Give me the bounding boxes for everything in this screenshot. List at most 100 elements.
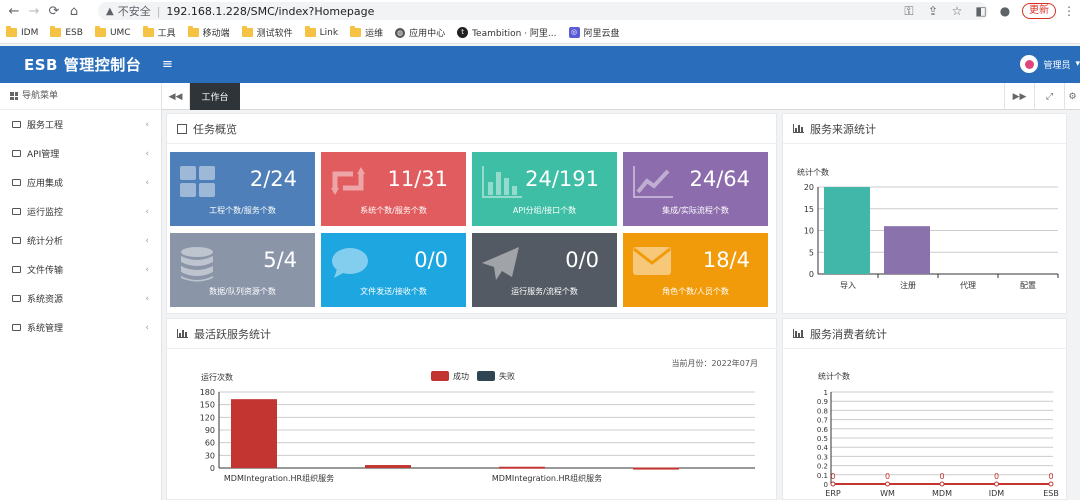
stat-value: 18/4	[702, 248, 750, 272]
sidebar-item[interactable]: 统计分析 ‹	[0, 226, 161, 255]
bookmark-item[interactable]: Link	[304, 26, 338, 38]
chevron-left-icon: ‹	[145, 235, 149, 246]
stat-value: 0/0	[414, 248, 448, 272]
folder-icon	[12, 121, 21, 128]
stat-label: 集成/实际流程个数	[662, 206, 729, 215]
sidebar-item-label: 应用集成	[27, 179, 64, 189]
menu-dots-icon[interactable]: ⋮	[1058, 2, 1080, 20]
folder-icon	[6, 26, 17, 37]
sidebar-item[interactable]: 系统管理 ‹	[0, 313, 161, 342]
forward-icon[interactable]: →	[24, 1, 44, 21]
stat-tile[interactable]: 0/0 文件发送/接收个数	[321, 233, 466, 307]
settings-icon[interactable]: ⚙	[1064, 83, 1080, 110]
bookmark-item[interactable]: 工具	[142, 26, 176, 39]
profile-icon[interactable]: ●	[994, 2, 1016, 20]
stat-label: 系统个数/服务个数	[360, 206, 427, 215]
stat-tile[interactable]: 5/4 数据/队列资源个数	[170, 233, 315, 307]
active-services-title: 最活跃服务统计	[194, 327, 271, 341]
data-label: 0	[994, 472, 999, 481]
reload-icon[interactable]: ⟳	[44, 1, 64, 21]
sidebar: 导航菜单 服务工程 ‹ API管理 ‹ 应用集成 ‹ 运行监控 ‹ 统计分析 ‹ 文件传输 ‹ 系统资源…	[0, 83, 162, 500]
sidebar-item[interactable]: 服务工程 ‹	[0, 110, 161, 139]
sidebar-item[interactable]: 应用集成 ‹	[0, 168, 161, 197]
bookmark-item[interactable]: 测试软件	[241, 26, 293, 39]
bookmark-item[interactable]: ESB	[50, 26, 83, 38]
back-icon[interactable]: ←	[4, 1, 24, 21]
legend-label: 失败	[499, 371, 515, 381]
fullscreen-icon[interactable]: ⤢	[1034, 83, 1064, 110]
stat-tile[interactable]: 24/64 集成/实际流程个数	[623, 152, 768, 226]
toolbar-actions: ⚿ ⇪ ☆ ◧ ● 更新 ⋮	[898, 2, 1080, 20]
menu-toggle-icon[interactable]: ≡	[162, 57, 188, 72]
tab-workbench[interactable]: 工作台	[190, 83, 240, 110]
folder-icon	[142, 26, 154, 37]
consumer-stats-chart: 统计个数10.90.80.70.60.50.40.30.20.100ERP0WM…	[817, 371, 1059, 498]
source-stats-title: 服务来源统计	[810, 122, 876, 136]
tick-label: 0.7	[817, 417, 828, 425]
folder-icon	[12, 237, 21, 244]
sidebar-item[interactable]: API管理 ‹	[0, 139, 161, 168]
bookmark-label: IDM	[21, 27, 39, 38]
stat-label: 角色个数/人员个数	[662, 287, 729, 296]
data-label: 0	[885, 472, 890, 481]
tab-scroll-left-icon[interactable]: ◀◀	[162, 83, 190, 110]
tick-label: 0.2	[817, 463, 828, 471]
globe-icon: ◍	[395, 27, 406, 38]
tick-label: 180	[200, 388, 215, 397]
folder-icon	[50, 26, 62, 37]
tick-label: 60	[205, 439, 215, 448]
tick-label: 0.3	[817, 453, 828, 461]
stat-value: 0/0	[565, 248, 599, 272]
sidebar-item[interactable]: 文件传输 ‹	[0, 255, 161, 284]
stat-tile[interactable]: 18/4 角色个数/人员个数	[623, 233, 768, 307]
data-label: 0	[1048, 472, 1053, 481]
sidebar-item-label: 统计分析	[27, 237, 64, 247]
user-name: 管理员	[1043, 60, 1071, 71]
address-bar[interactable]: ▲ 不安全 | 192.168.1.228/SMC/index?Homepage	[98, 2, 988, 20]
sidepanel-icon[interactable]: ◧	[970, 2, 992, 20]
source-stats-panel: 服务来源统计 统计个数 20 15 10 5 0 导入 注册 代理 配置	[782, 113, 1067, 314]
overview-panel: 任务概览 2/24 工程个数/服务个数 11/31 系统个数/服务个数 24/191 AP…	[166, 113, 777, 314]
bookmark-item[interactable]: UMC	[94, 26, 131, 38]
tab-scroll-right-icon[interactable]: ▶▶	[1004, 83, 1034, 110]
tick-label: 0.9	[817, 398, 828, 406]
bookmark-item[interactable]: ◍ 应用中心	[395, 26, 445, 39]
home-icon[interactable]: ⌂	[64, 1, 84, 21]
bookmarks-bar: IDM ESB UMC 工具 移动端 测试软件 Link 运维 ◍ 应用中心 t Teambition…	[0, 22, 1080, 44]
plane-icon	[482, 247, 520, 281]
database-icon	[180, 247, 214, 283]
folder-icon	[12, 208, 21, 215]
folder-icon	[187, 26, 199, 37]
stat-tile[interactable]: 24/191 API分组/接口个数	[472, 152, 617, 226]
key-icon[interactable]: ⚿	[898, 2, 920, 20]
folder-icon	[12, 295, 21, 302]
legend-label: 成功	[453, 371, 469, 381]
bookmark-item[interactable]: 移动端	[187, 26, 230, 39]
sidebar-menu: 服务工程 ‹ API管理 ‹ 应用集成 ‹ 运行监控 ‹ 统计分析 ‹ 文件传输 ‹ 系统资源 ‹ 系统管理…	[0, 110, 161, 342]
sidebar-item[interactable]: 系统资源 ‹	[0, 284, 161, 313]
x-tick-label: MDMIntegration.HR组织服务	[224, 473, 334, 483]
bookmark-item[interactable]: t Teambition · 阿里...	[457, 26, 557, 39]
chat-icon	[331, 247, 369, 279]
share-icon[interactable]: ⇪	[922, 2, 944, 20]
stat-label: 文件发送/接收个数	[360, 287, 427, 296]
update-button[interactable]: 更新	[1022, 3, 1056, 19]
bar	[365, 465, 411, 468]
stat-tile[interactable]: 11/31 系统个数/服务个数	[321, 152, 466, 226]
bookmark-item[interactable]: 运维	[350, 26, 383, 39]
tick-label: 0.4	[817, 444, 829, 452]
bar-chart-icon	[177, 329, 188, 338]
bookmark-label: 应用中心	[409, 29, 446, 39]
user-menu[interactable]: 管理员 ▾	[1020, 55, 1080, 73]
bookmark-item[interactable]: IDM	[6, 26, 39, 38]
tick-label: 90	[205, 426, 215, 435]
tick-label: 120	[200, 413, 215, 422]
sidebar-item-label: 文件传输	[27, 266, 64, 276]
sidebar-item[interactable]: 运行监控 ‹	[0, 197, 161, 226]
star-icon[interactable]: ☆	[946, 2, 968, 20]
active-services-header: 最活跃服务统计	[167, 319, 776, 349]
stat-tile[interactable]: 2/24 工程个数/服务个数	[170, 152, 315, 226]
stat-tile[interactable]: 0/0 运行服务/流程个数	[472, 233, 617, 307]
bookmark-label: 运维	[365, 29, 384, 39]
bookmark-item[interactable]: ◎ 阿里云盘	[568, 26, 620, 39]
